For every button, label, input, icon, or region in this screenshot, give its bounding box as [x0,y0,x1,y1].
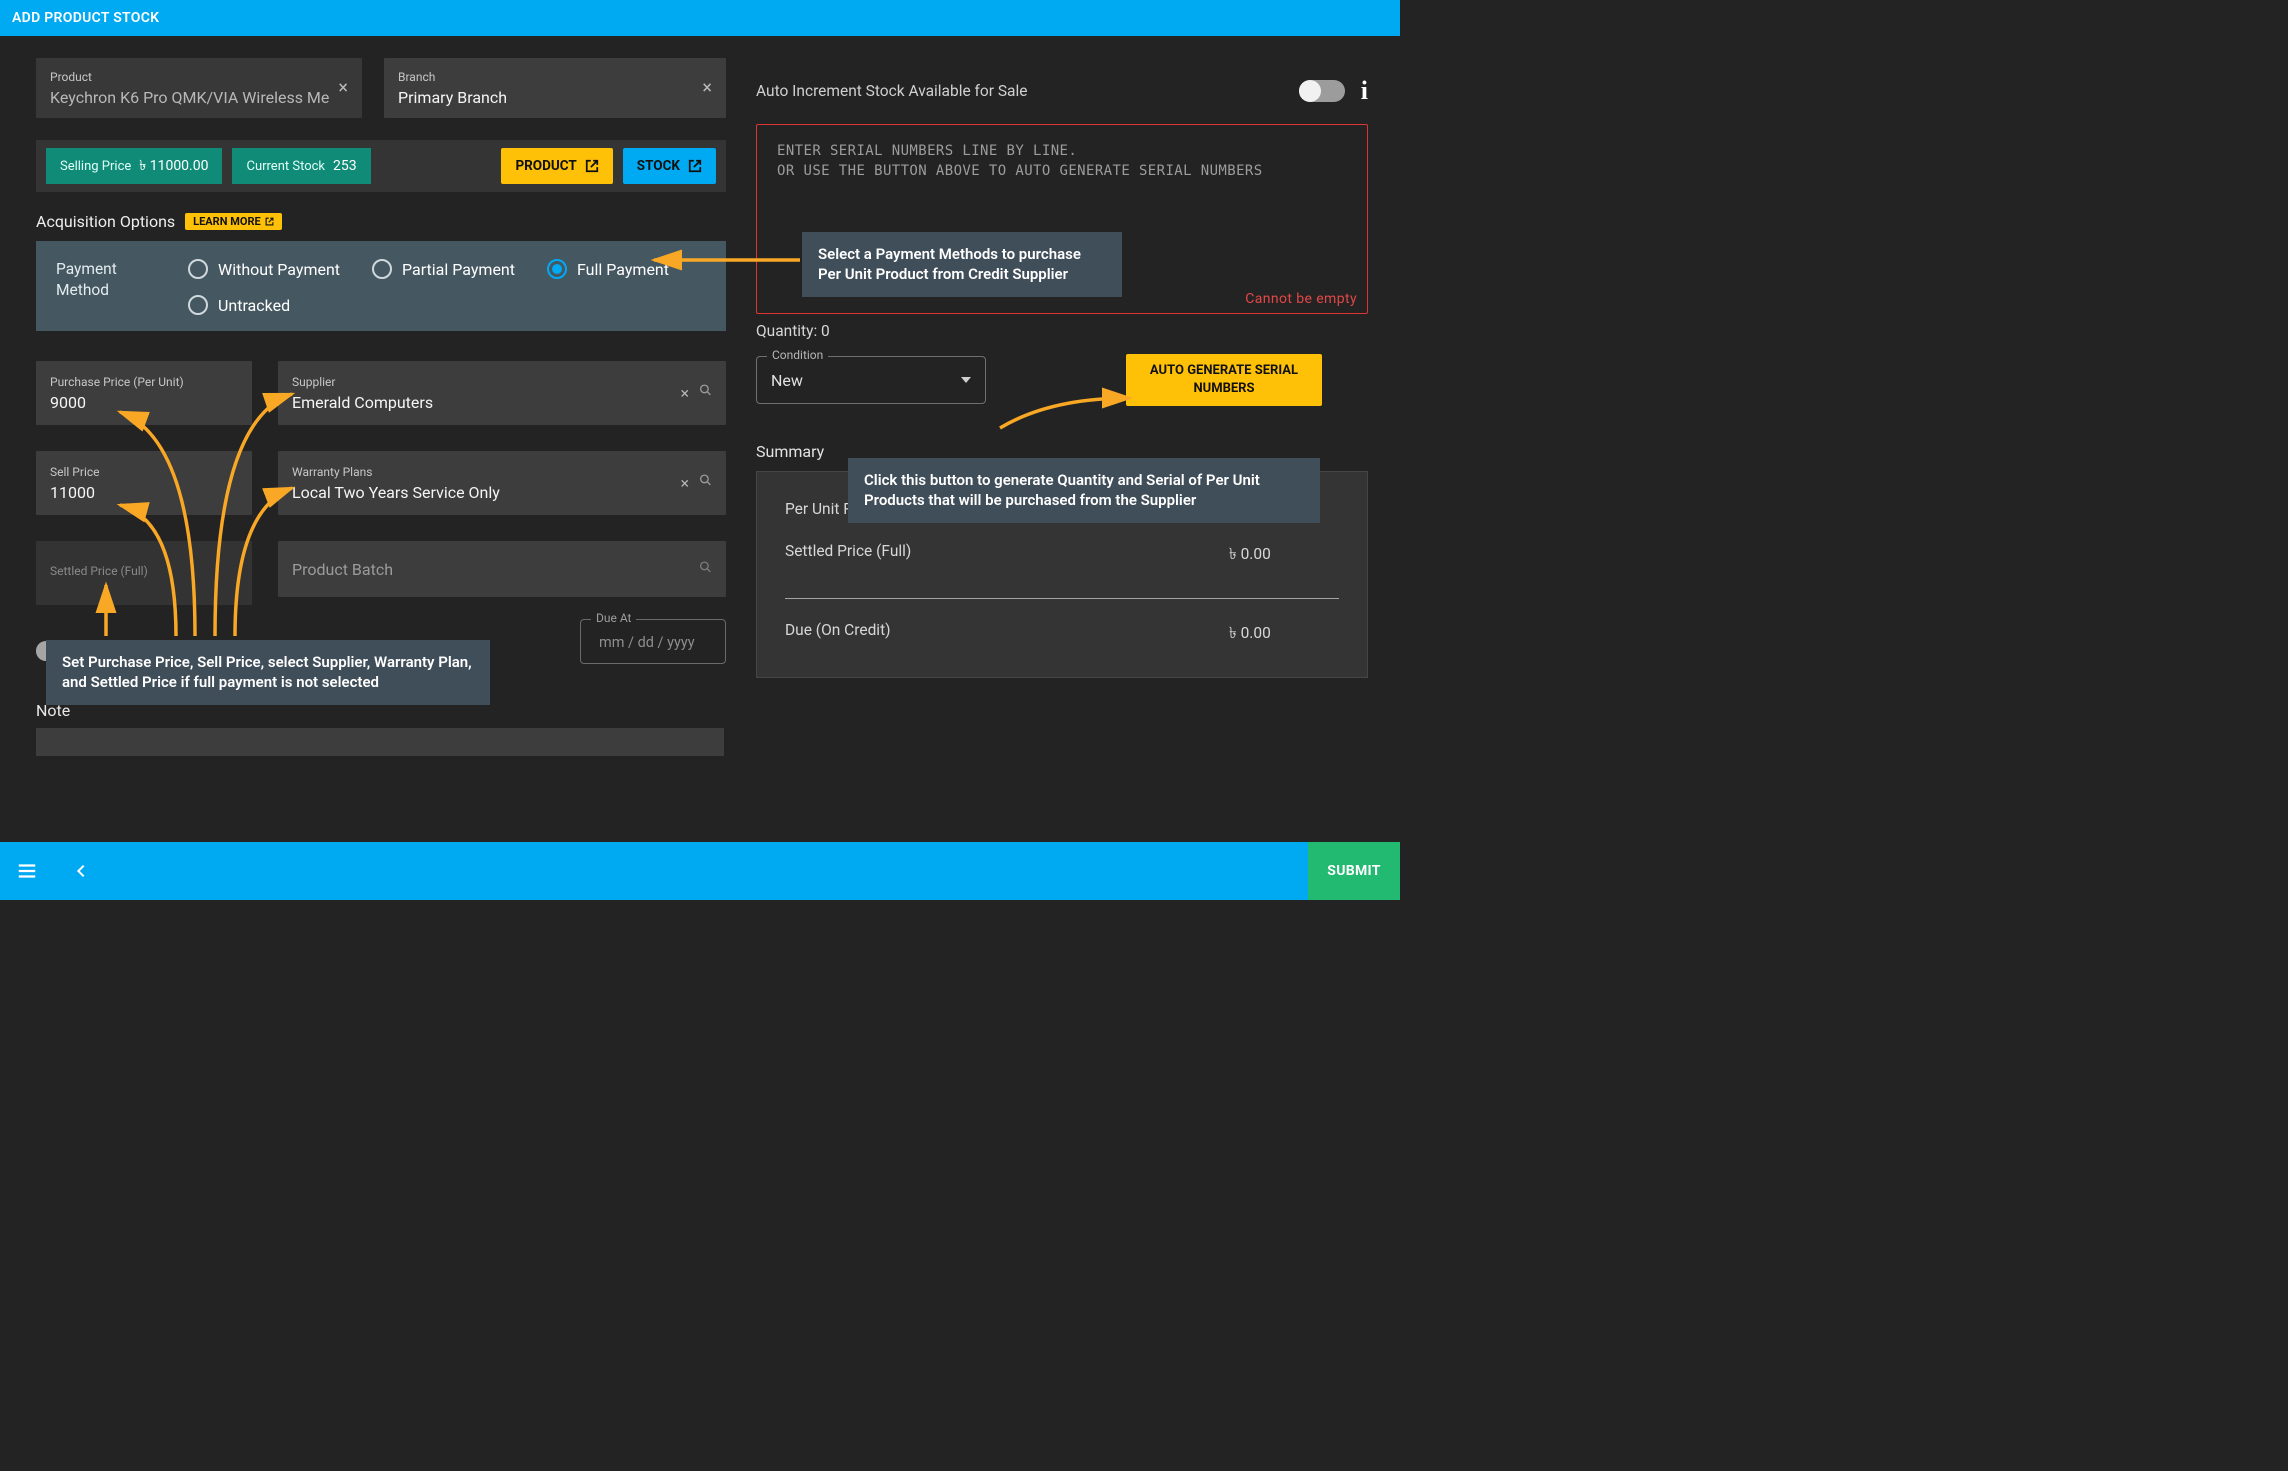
radio-full-payment[interactable]: Full Payment [547,259,669,279]
warranty-label: Warranty Plans [292,465,712,479]
current-stock-chip-label: Current Stock [246,159,325,174]
supplier-value: Emerald Computers [292,393,712,412]
acquisition-heading-text: Acquisition Options [36,212,175,231]
selling-price-chip-label: Selling Price [60,159,131,174]
supplier-field[interactable]: Supplier Emerald Computers × [278,361,726,425]
submit-label: SUBMIT [1327,863,1380,879]
radio-label: Without Payment [218,260,340,279]
acquisition-heading: Acquisition Options LEARN MORE [36,212,726,231]
divider [785,598,1339,599]
batch-field[interactable]: Product Batch [278,541,726,597]
batch-placeholder: Product Batch [292,560,712,579]
selling-price-chip-value: ৳ 11000.00 [139,154,208,178]
clear-warranty-icon[interactable]: × [680,474,689,493]
submit-button[interactable]: SUBMIT [1308,842,1400,900]
radio-without-payment[interactable]: Without Payment [188,259,340,279]
product-label: Product [50,70,348,84]
branch-label: Branch [398,70,712,84]
sell-price-label: Sell Price [50,465,238,479]
condition-legend: Condition [767,348,828,362]
note-textarea[interactable] [36,728,724,756]
condition-value: New [771,371,803,390]
search-icon[interactable] [699,384,712,403]
current-stock-chip-value: 253 [333,158,357,174]
radio-untracked[interactable]: Untracked [188,295,290,315]
condition-select[interactable]: Condition New [756,356,986,404]
page-title: ADD PRODUCT STOCK [12,10,159,26]
auto-increment-label: Auto Increment Stock Available for Sale [756,82,1027,100]
supplier-label: Supplier [292,375,712,389]
purchase-price-field[interactable]: Purchase Price (Per Unit) 9000 [36,361,252,425]
annotation-payment-method: Select a Payment Methods to purchase Per… [802,232,1122,297]
branch-value: Primary Branch [398,88,712,107]
stock-button[interactable]: STOCK [623,148,716,184]
external-link-icon [688,159,702,173]
annotation-auto-generate: Click this button to generate Quantity a… [848,458,1320,523]
auto-generate-button[interactable]: AUTO GENERATE SERIAL NUMBERS [1126,354,1322,406]
external-link-icon [585,159,599,173]
radio-label: Full Payment [577,260,669,279]
clear-product-icon[interactable]: × [338,78,348,99]
purchase-price-label: Purchase Price (Per Unit) [50,375,238,389]
external-link-icon [265,217,274,226]
stock-button-label: STOCK [637,158,680,174]
summary-val-3: ৳ 0.00 [1229,621,1339,647]
product-field[interactable]: Product Keychron K6 Pro QMK/VIA Wireless… [36,58,362,118]
settled-price-label: Settled Price (Full) [50,564,238,578]
radio-label: Partial Payment [402,260,515,279]
hamburger-icon [16,860,38,882]
sell-price-field[interactable]: Sell Price 11000 [36,451,252,515]
branch-field[interactable]: Branch Primary Branch × [384,58,726,118]
radio-partial-payment[interactable]: Partial Payment [372,259,515,279]
due-at-field[interactable]: Due At mm / dd / yyyy [580,619,726,664]
settled-price-field[interactable]: Settled Price (Full) [36,541,252,605]
summary-label-2: Settled Price (Full) [785,542,965,568]
back-button[interactable] [54,842,108,900]
serial-placeholder-line2: OR USE THE BUTTON ABOVE TO AUTO GENERATE… [777,163,1347,179]
search-icon[interactable] [699,561,712,578]
product-button-label: PRODUCT [515,158,576,174]
purchase-price-value: 9000 [50,393,238,412]
chips-row: Selling Price ৳ 11000.00 Current Stock 2… [36,140,726,192]
product-button[interactable]: PRODUCT [501,148,612,184]
chevron-left-icon [73,859,89,883]
current-stock-chip: Current Stock 253 [232,148,370,184]
clear-supplier-icon[interactable]: × [680,384,689,403]
warranty-value: Local Two Years Service Only [292,483,712,502]
warranty-field[interactable]: Warranty Plans Local Two Years Service O… [278,451,726,515]
payment-method-panel: Payment Method Without Payment Partial P… [36,241,726,331]
bottom-bar: SUBMIT [0,842,1400,900]
learn-more-label: LEARN MORE [193,215,261,228]
summary-label-3: Due (On Credit) [785,621,965,647]
summary-val-2: ৳ 0.00 [1229,542,1339,568]
search-icon[interactable] [699,474,712,493]
summary-row-due: Due (On Credit) ৳ 0.00 [785,613,1339,655]
auto-increment-toggle[interactable] [1299,80,1345,102]
product-value: Keychron K6 Pro QMK/VIA Wireless Me [50,88,348,107]
serial-placeholder-line1: ENTER SERIAL NUMBERS LINE BY LINE. [777,143,1347,159]
due-at-placeholder: mm / dd / yyyy [599,634,707,651]
payment-method-label: Payment Method [56,259,168,315]
learn-more-button[interactable]: LEARN MORE [185,213,282,230]
due-at-legend: Due At [591,611,636,625]
serial-error: Cannot be empty [1245,291,1357,307]
info-icon[interactable]: i [1361,76,1368,106]
menu-button[interactable] [0,842,54,900]
chevron-down-icon [961,377,971,383]
quantity-label: Quantity: 0 [756,322,1368,340]
summary-row-settled: Settled Price (Full) ৳ 0.00 [785,534,1339,576]
radio-label: Untracked [218,296,290,315]
auto-generate-label: AUTO GENERATE SERIAL NUMBERS [1126,362,1322,397]
annotation-prices: Set Purchase Price, Sell Price, select S… [46,640,490,705]
sell-price-value: 11000 [50,483,238,502]
title-bar: ADD PRODUCT STOCK [0,0,1400,36]
selling-price-chip: Selling Price ৳ 11000.00 [46,148,222,184]
clear-branch-icon[interactable]: × [702,78,712,99]
